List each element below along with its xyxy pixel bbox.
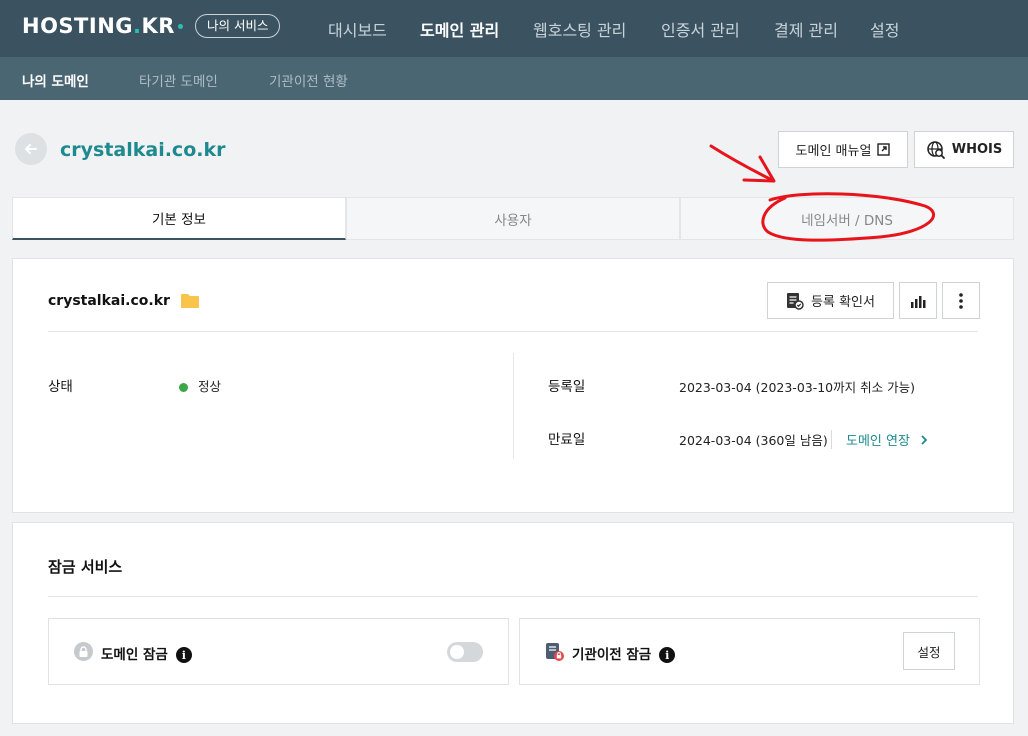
- domain-manual-label: 도메인 매뉴얼: [795, 144, 872, 159]
- bar-chart-icon: [911, 295, 926, 308]
- domain-lock-text: 도메인 잠금: [101, 647, 168, 663]
- lock-divider: [48, 596, 978, 597]
- more-vertical-icon: [959, 292, 963, 309]
- lock-service-card: 잠금 서비스 도메인 잠금 i 기관이전 잠금 i 설정: [12, 522, 1014, 724]
- transfer-lock-panel: 기관이전 잠금 i 설정: [519, 618, 980, 685]
- expiry-date-label: 만료일: [548, 432, 586, 448]
- arrow-left-icon: [25, 144, 37, 154]
- domain-lock-panel: 도메인 잠금 i: [48, 618, 509, 685]
- subnav-my-domains[interactable]: 나의 도메인: [22, 70, 89, 90]
- lock-service-title: 잠금 서비스: [48, 558, 123, 576]
- transfer-lock-text: 기관이전 잠금: [572, 647, 652, 663]
- whois-button[interactable]: WHOIS: [914, 131, 1014, 168]
- chevron-right-icon: [921, 435, 928, 445]
- logo-dot: .: [133, 14, 142, 38]
- info-icon[interactable]: i: [175, 647, 192, 663]
- nav-domain-management[interactable]: 도메인 관리: [420, 17, 499, 41]
- tab-users[interactable]: 사용자: [346, 197, 680, 240]
- extend-domain-label: 도메인 연장: [846, 434, 910, 449]
- domain-lock-toggle[interactable]: [447, 642, 483, 662]
- annotation-arrow-head: [742, 155, 776, 183]
- external-link-icon: [877, 143, 891, 156]
- info-column-divider: [513, 353, 514, 459]
- tab-nameserver-dns[interactable]: 네임서버 / DNS: [680, 197, 1014, 240]
- page-title: crystalkai.co.kr: [60, 139, 226, 161]
- tab-basic-info[interactable]: 기본 정보: [12, 197, 346, 240]
- logo-text: HOSTING: [22, 14, 134, 38]
- lock-icon: [74, 642, 93, 661]
- info-domain-name: crystalkai.co.kr: [48, 292, 200, 309]
- logo-separator-dot: [178, 24, 183, 29]
- status-value: 정상: [179, 376, 221, 395]
- nav-certificate-management[interactable]: 인증서 관리: [661, 17, 740, 41]
- transfer-lock-icon: [545, 642, 565, 666]
- status-text: 정상: [198, 379, 222, 394]
- status-ok-dot: [179, 383, 188, 392]
- info-domain-text: crystalkai.co.kr: [48, 292, 170, 309]
- transfer-lock-setting-button[interactable]: 설정: [903, 632, 955, 670]
- certificate-label: 등록 확인서: [811, 295, 875, 310]
- subnav-transfer-status[interactable]: 기관이전 현황: [269, 70, 348, 90]
- registered-date-label: 등록일: [548, 379, 586, 395]
- domain-info-card: crystalkai.co.kr 등록 확인서 상태 정상 등록일 2023-0…: [12, 258, 1014, 513]
- more-options-button[interactable]: [942, 282, 980, 319]
- domain-manual-button[interactable]: 도메인 매뉴얼: [778, 131, 908, 168]
- top-navbar: HOSTING.KR 나의 서비스 대시보드 도메인 관리 웹호스팅 관리 인증…: [0, 0, 1028, 57]
- status-label: 상태: [48, 379, 73, 395]
- logo-suffix: KR: [141, 14, 175, 38]
- whois-label: WHOIS: [951, 142, 1003, 157]
- transfer-lock-label: 기관이전 잠금 i: [572, 643, 676, 663]
- my-service-button[interactable]: 나의 서비스: [195, 14, 281, 38]
- expiry-date-value: 2024-03-04 (360일 남음): [679, 433, 828, 448]
- nav-settings[interactable]: 설정: [870, 17, 899, 41]
- domain-lock-label: 도메인 잠금 i: [101, 643, 192, 663]
- back-button[interactable]: [15, 133, 47, 165]
- extend-domain-link[interactable]: 도메인 연장: [831, 430, 928, 449]
- hosting-kr-logo[interactable]: HOSTING.KR: [22, 14, 175, 38]
- annotation-arrow-shaft: [709, 144, 774, 182]
- nav-webhosting-management[interactable]: 웹호스팅 관리: [533, 17, 626, 41]
- statistics-button[interactable]: [899, 282, 937, 319]
- sub-navbar: 나의 도메인 타기관 도메인 기관이전 현황: [0, 57, 1028, 100]
- registered-date-value: 2023-03-04 (2023-03-10까지 취소 가능): [679, 380, 915, 395]
- subnav-other-registrar-domains[interactable]: 타기관 도메인: [139, 70, 218, 90]
- nav-dashboard[interactable]: 대시보드: [328, 17, 387, 41]
- globe-search-icon: [927, 140, 945, 159]
- registration-certificate-button[interactable]: 등록 확인서: [767, 282, 894, 319]
- certificate-icon: [787, 292, 804, 310]
- folder-icon[interactable]: [180, 292, 200, 309]
- info-divider: [48, 331, 978, 332]
- info-icon[interactable]: i: [659, 647, 676, 663]
- domain-tabs: 기본 정보 사용자 네임서버 / DNS: [12, 197, 1014, 240]
- nav-payment-management[interactable]: 결제 관리: [774, 17, 838, 41]
